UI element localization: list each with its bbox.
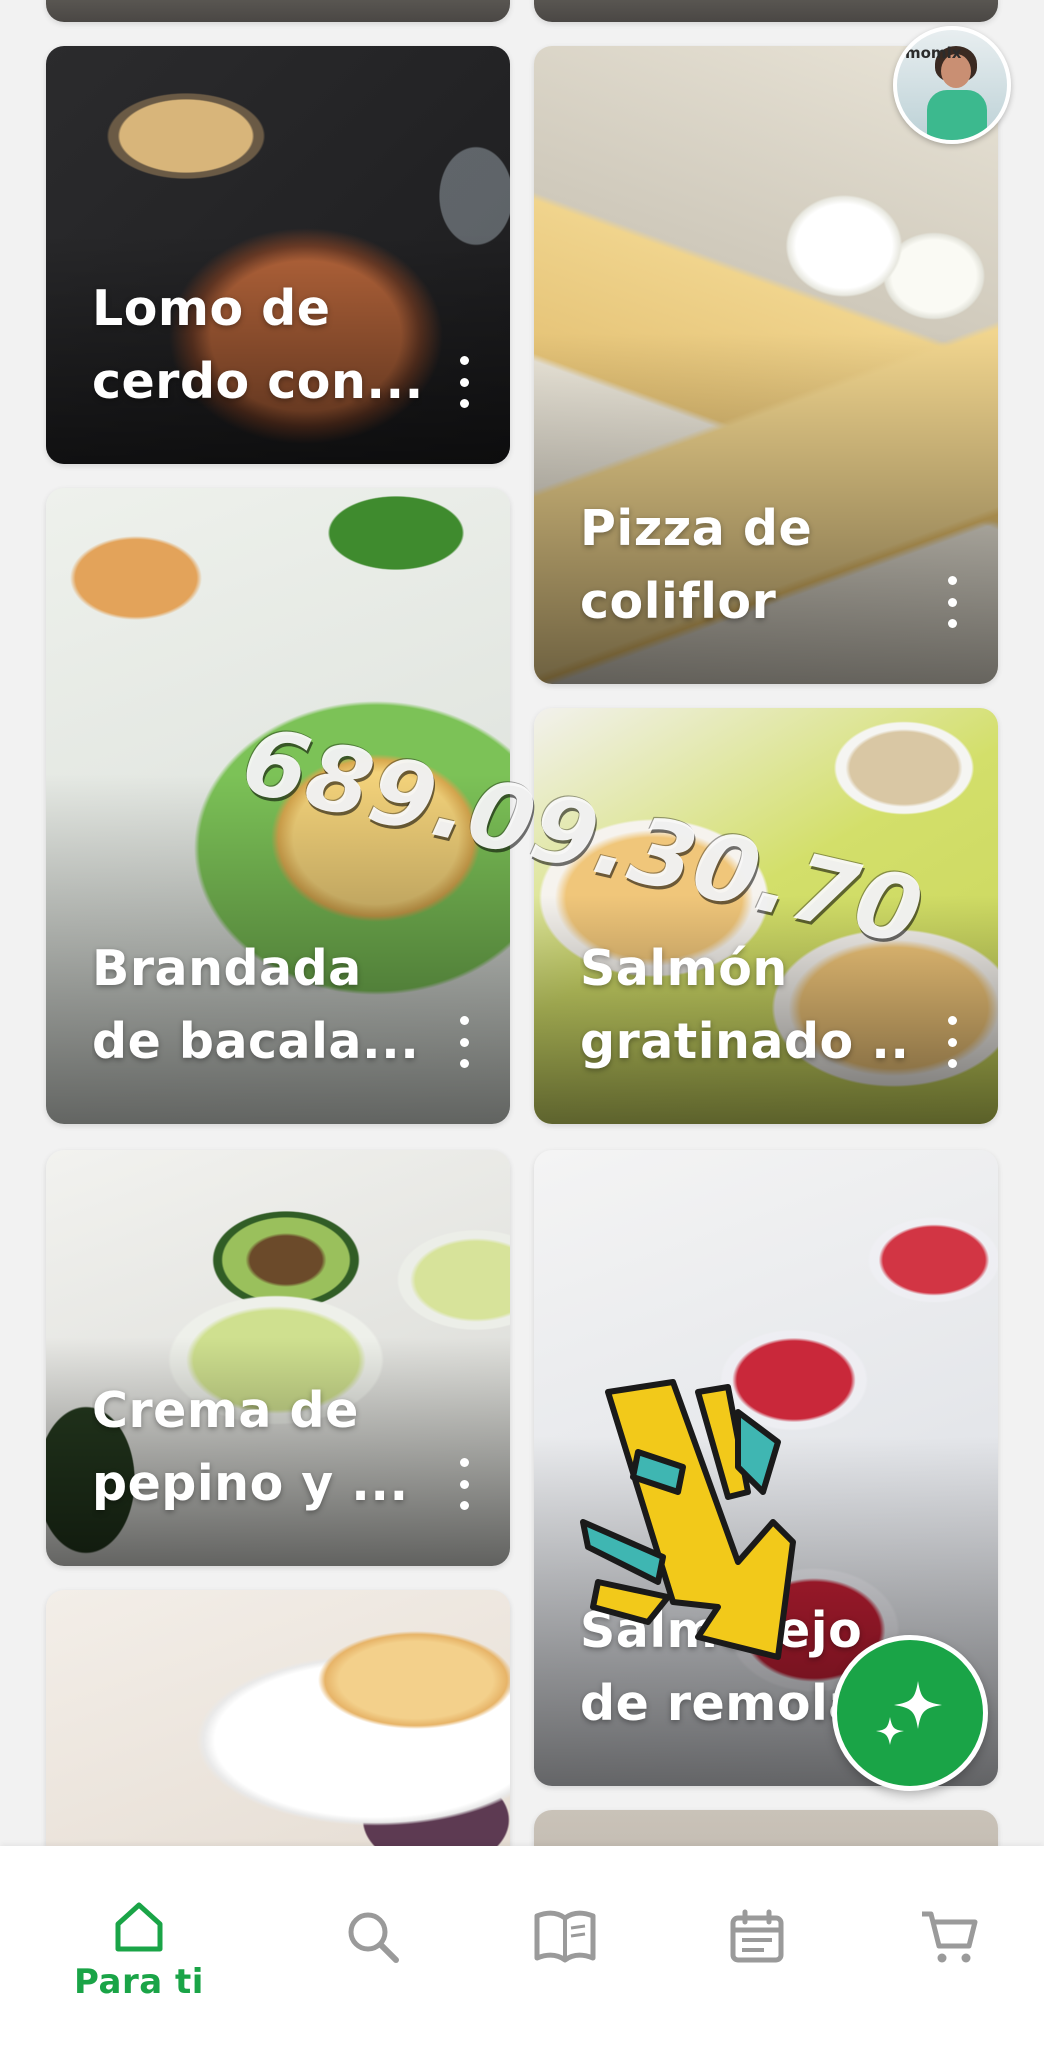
search-icon [348, 1912, 399, 1963]
bottom-navigation: Para ti [0, 1846, 1044, 2048]
recipe-card-lomo[interactable]: Lomo de cerdo con... [46, 46, 510, 464]
cart-icon [922, 1911, 978, 1963]
nav-item-planner[interactable] [677, 1846, 837, 2048]
book-icon [534, 1910, 596, 1963]
recipe-title-line: pepino y ... [92, 1455, 409, 1512]
recipe-card-pizza[interactable]: Pizza de coliflor [534, 46, 998, 684]
sparkles-icon [876, 1681, 942, 1745]
recipe-card-partial[interactable] [534, 1810, 998, 1846]
more-options-icon[interactable] [456, 356, 472, 408]
recipe-card-partial[interactable] [534, 0, 998, 22]
arrow-sticker-icon [580, 1379, 796, 1660]
nav-item-cart[interactable] [869, 1846, 1029, 2048]
nav-item-search[interactable] [293, 1846, 453, 2048]
more-options-icon[interactable] [944, 1016, 960, 1068]
more-options-icon[interactable] [944, 576, 960, 628]
home-icon [115, 1902, 163, 1952]
recipe-card-crema[interactable]: Crema de pepino y ... [46, 1150, 510, 1566]
recipe-card-partial[interactable] [46, 1590, 510, 1846]
recipe-title-line: cerdo con... [92, 353, 422, 410]
recipe-title-line: Crema de [92, 1382, 359, 1439]
nav-label: Para ti [74, 1962, 204, 2002]
recipe-title-line: Brandada [92, 940, 362, 997]
recipe-card-partial[interactable] [46, 0, 510, 22]
recipe-title: Lomo de cerdo con... [92, 272, 422, 418]
recipe-title: Crema de pepino y ... [92, 1374, 422, 1520]
recipe-title-line: gratinado ... [580, 1013, 910, 1070]
recipe-title-line: coliflor [580, 573, 777, 630]
recipe-title: Pizza de coliflor [580, 492, 910, 638]
creator-avatar[interactable]: momix [893, 26, 1011, 144]
nav-item-para-ti[interactable]: Para ti [59, 1846, 219, 2048]
avatar-body [927, 90, 987, 140]
nav-item-recipes[interactable] [485, 1846, 645, 2048]
avatar-brand: momix [905, 44, 962, 62]
recipe-title: Brandada de bacala... [92, 932, 422, 1078]
recipe-title-line: Lomo de [92, 280, 331, 337]
recipe-title-line: Pizza de [580, 500, 813, 557]
ai-assistant-button[interactable] [832, 1635, 988, 1791]
more-options-icon[interactable] [456, 1016, 472, 1068]
more-options-icon[interactable] [456, 1458, 472, 1510]
calendar-icon [730, 1909, 784, 1963]
recipe-title-line: de bacala... [92, 1013, 420, 1070]
